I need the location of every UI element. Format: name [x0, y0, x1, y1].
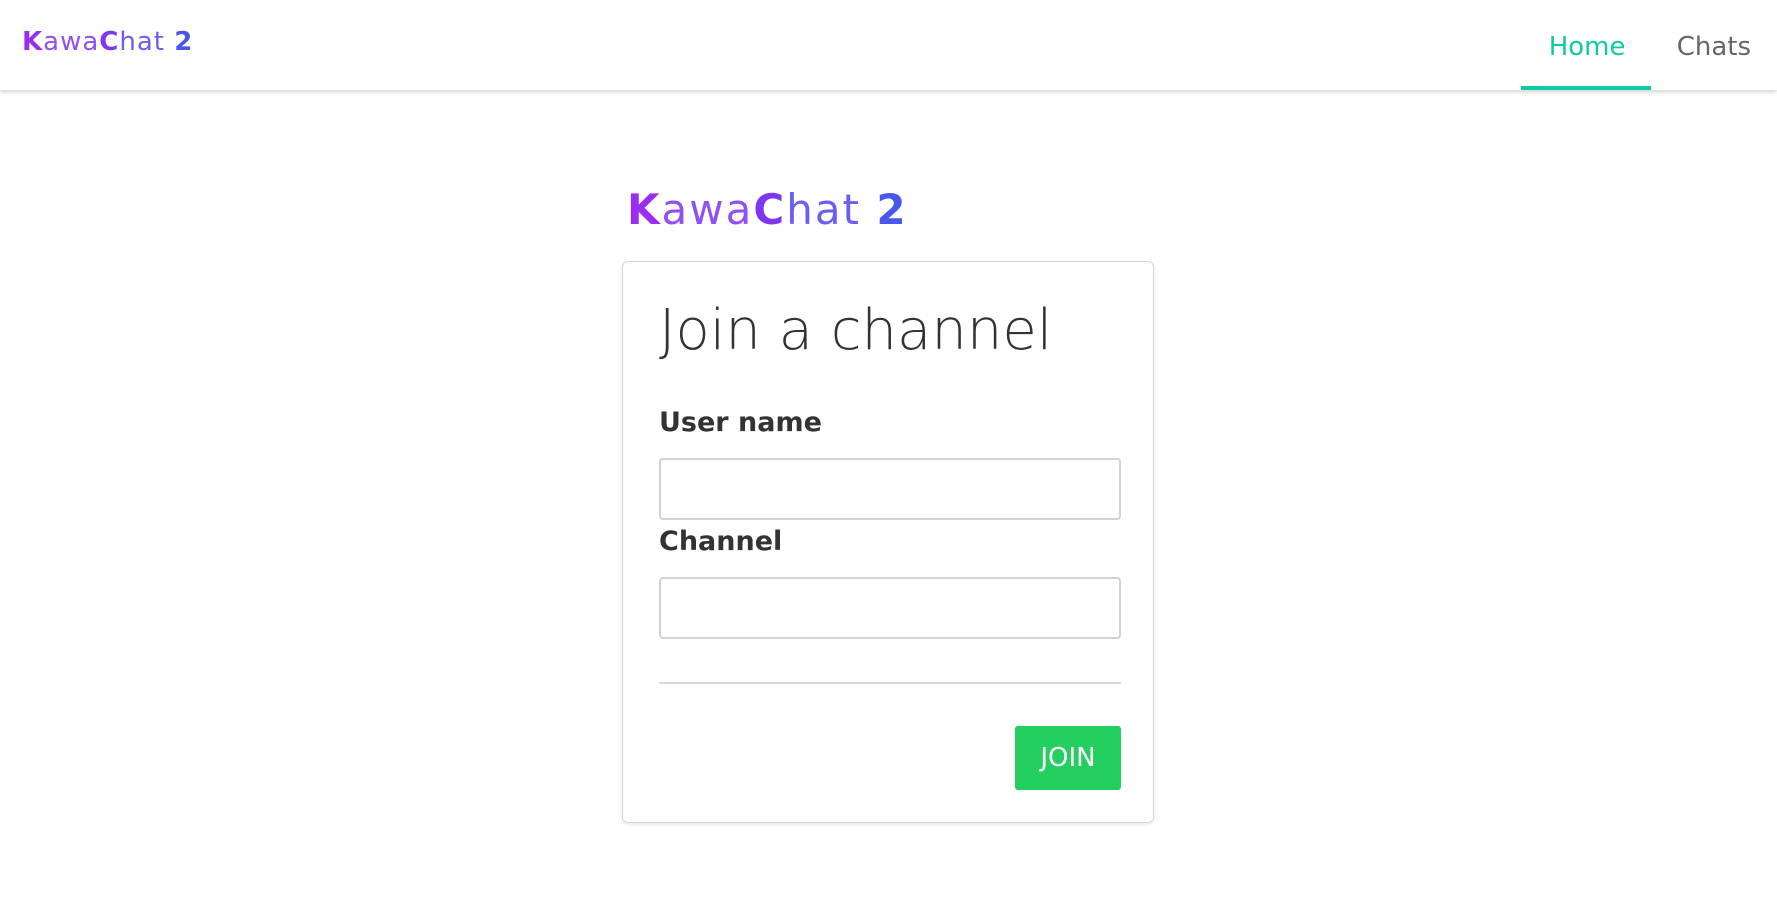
username-label: User name [659, 407, 822, 438]
logo-number-2: 2 [174, 27, 194, 57]
logo-letter-k: K [22, 27, 44, 57]
form-divider [659, 682, 1121, 684]
hero-logo-number-2: 2 [876, 185, 908, 234]
logo-text-hat: hat [119, 27, 165, 57]
channel-input[interactable] [659, 577, 1121, 639]
channel-label: Channel [659, 526, 783, 557]
hero-logo-letter-c: C [753, 185, 787, 234]
join-channel-card: Join a channel User name Channel JOIN [622, 261, 1154, 823]
hero-logo-text-awa: awa [661, 185, 754, 234]
logo-letter-c: C [99, 27, 120, 57]
join-button[interactable]: JOIN [1015, 726, 1121, 790]
hero-logo-text-hat: hat [786, 185, 862, 234]
username-input[interactable] [659, 458, 1121, 520]
logo-text-awa: awa [43, 27, 100, 57]
nav-tabs: Home Chats [1520, 0, 1777, 90]
hero-logo-letter-k: K [627, 185, 662, 234]
card-title: Join a channel [659, 298, 1053, 363]
tab-chats[interactable]: Chats [1651, 0, 1777, 90]
navbar-logo[interactable]: KawaChat 2 [22, 24, 193, 60]
top-navbar: KawaChat 2 Home Chats [0, 0, 1777, 90]
tab-home[interactable]: Home [1520, 0, 1651, 90]
hero-logo: KawaChat 2 [627, 182, 908, 238]
